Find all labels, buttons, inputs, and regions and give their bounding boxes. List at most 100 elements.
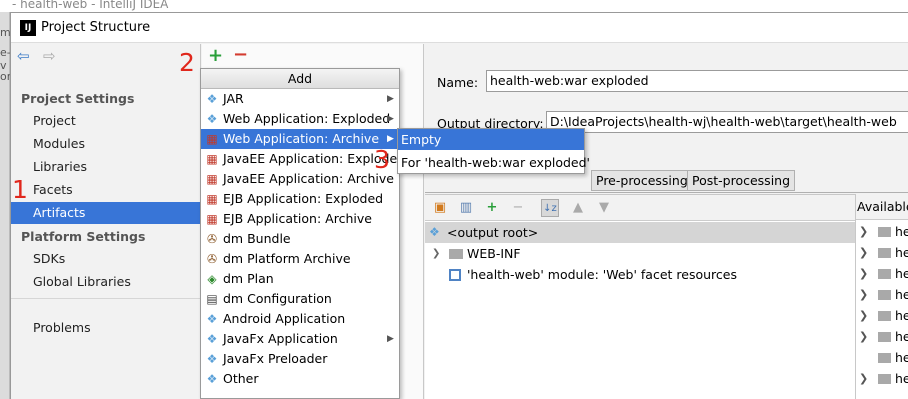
annotation-step-1: 1 bbox=[12, 175, 28, 204]
web-archive-icon: ▦ bbox=[206, 132, 218, 146]
nav-item-artifacts[interactable]: Artifacts bbox=[11, 202, 201, 224]
menu-item-jar[interactable]: ❖ JAR ▶ bbox=[201, 89, 399, 109]
output-root-icon: ❖ bbox=[429, 225, 440, 239]
annotation-step-2: 2 bbox=[179, 48, 195, 77]
menu-item-dm-plan[interactable]: ◈ dm Plan bbox=[201, 269, 399, 289]
menu-item-dm-configuration[interactable]: ▤ dm Configuration bbox=[201, 289, 399, 309]
web-inf-row[interactable]: ❯ WEB-INF bbox=[425, 243, 855, 264]
menu-item-label: JavaFx Application bbox=[223, 331, 338, 346]
chevron-right-icon[interactable]: ❯ bbox=[859, 221, 868, 242]
platform-settings-header: Platform Settings bbox=[21, 229, 146, 244]
output-root-label: <output root> bbox=[447, 225, 539, 240]
sort-icon[interactable]: ↓z bbox=[541, 199, 559, 217]
menu-item-javafx-preloader[interactable]: ❖ JavaFx Preloader bbox=[201, 349, 399, 369]
available-element-row[interactable]: ❯ heal bbox=[856, 305, 908, 326]
folder-icon bbox=[878, 353, 891, 363]
remove-element-icon[interactable]: − bbox=[509, 199, 527, 217]
settings-navigation: ⇦ ⇨ Project Settings Project Modules Lib… bbox=[11, 44, 201, 399]
menu-item-label: dm Configuration bbox=[223, 291, 332, 306]
menu-item-label: Other bbox=[223, 371, 259, 386]
available-element-label: heal bbox=[895, 266, 908, 281]
javafx-preloader-icon: ❖ bbox=[206, 352, 218, 366]
ejb-archive-icon: ▦ bbox=[206, 212, 218, 226]
tab-pre-processing[interactable]: Pre-processing bbox=[591, 170, 693, 191]
menu-item-web-application-exploded[interactable]: ❖ Web Application: Exploded ▶ bbox=[201, 109, 399, 129]
submenu-arrow-icon: ▶ bbox=[387, 114, 394, 124]
menu-item-javafx-application[interactable]: ❖ JavaFx Application ▶ bbox=[201, 329, 399, 349]
navigation-toolbar: ⇦ ⇨ bbox=[11, 44, 201, 70]
background-strip-label: e-v bbox=[0, 46, 11, 72]
folder-icon bbox=[449, 249, 463, 259]
nav-item-global-libraries[interactable]: Global Libraries bbox=[11, 271, 201, 293]
tabs-divider bbox=[425, 192, 908, 193]
background-title-bar: - health-web - IntelliJ IDEA bbox=[0, 0, 908, 12]
output-root-row[interactable]: ❖ <output root> bbox=[425, 222, 855, 243]
add-copy-icon[interactable]: + bbox=[483, 199, 501, 217]
menu-item-label: dm Plan bbox=[223, 271, 274, 286]
chevron-right-icon[interactable]: ❯ bbox=[859, 305, 868, 326]
output-directory-field[interactable]: D:\IdeaProjects\health-wj\health-web\tar… bbox=[546, 111, 908, 133]
menu-item-android-application[interactable]: ❖ Android Application bbox=[201, 309, 399, 329]
remove-artifact-button[interactable]: − bbox=[233, 46, 248, 64]
menu-item-javaee-application-archive[interactable]: ▦ JavaEE Application: Archive bbox=[201, 169, 399, 189]
menu-item-ejb-application-exploded[interactable]: ▦ EJB Application: Exploded bbox=[201, 189, 399, 209]
web-inf-label: WEB-INF bbox=[467, 246, 521, 261]
available-element-row[interactable]: ❯ heal bbox=[856, 221, 908, 242]
nav-item-facets[interactable]: Facets bbox=[11, 179, 201, 201]
tab-post-processing[interactable]: Post-processing bbox=[687, 170, 796, 191]
available-element-row[interactable]: heal bbox=[856, 347, 908, 368]
menu-item-label: Android Application bbox=[223, 311, 346, 326]
move-up-icon[interactable]: ▲ bbox=[569, 199, 587, 217]
menu-item-dm-bundle[interactable]: ✇ dm Bundle bbox=[201, 229, 399, 249]
add-artifact-button[interactable]: + bbox=[208, 47, 223, 65]
available-element-row[interactable]: ❯ heal bbox=[856, 263, 908, 284]
menu-item-javaee-application-exploded[interactable]: ▦ JavaEE Application: Exploded bbox=[201, 149, 405, 169]
name-field[interactable]: health-web:war exploded bbox=[486, 70, 908, 92]
move-down-icon[interactable]: ▼ bbox=[595, 199, 613, 217]
available-element-row[interactable]: ❯ heal bbox=[856, 368, 908, 389]
menu-item-dm-platform-archive[interactable]: ✇ dm Platform Archive bbox=[201, 249, 399, 269]
chevron-right-icon[interactable]: ❯ bbox=[432, 243, 440, 264]
menu-item-label: JavaFx Preloader bbox=[223, 351, 328, 366]
artifacts-toolbar: + − bbox=[202, 44, 424, 71]
chevron-right-icon[interactable]: ❯ bbox=[859, 326, 868, 347]
name-label: Name: bbox=[437, 75, 479, 90]
available-element-row[interactable]: ❯ heal bbox=[856, 242, 908, 263]
back-arrow-icon[interactable]: ⇦ bbox=[17, 48, 30, 64]
new-directory-icon[interactable]: ▣ bbox=[431, 199, 449, 217]
menu-item-web-application-archive[interactable]: ▦ Web Application: Archive ▶ bbox=[201, 129, 399, 149]
background-window-title: - health-web - IntelliJ IDEA bbox=[12, 0, 169, 11]
forward-arrow-icon[interactable]: ⇨ bbox=[43, 48, 56, 64]
android-icon: ❖ bbox=[206, 312, 218, 326]
facet-resources-row[interactable]: 'health-web' module: 'Web' facet resourc… bbox=[425, 264, 855, 285]
chevron-right-icon[interactable]: ❯ bbox=[859, 242, 868, 263]
menu-item-ejb-application-archive[interactable]: ▦ EJB Application: Archive bbox=[201, 209, 399, 229]
background-side-strip: ma e-v om bbox=[0, 12, 17, 399]
nav-item-modules[interactable]: Modules bbox=[11, 133, 201, 155]
available-element-row[interactable]: ❯ heal bbox=[856, 326, 908, 347]
dialog-title-bar[interactable]: IJ Project Structure bbox=[11, 13, 908, 43]
nav-item-project[interactable]: Project bbox=[11, 110, 201, 132]
dialog-title: Project Structure bbox=[41, 20, 151, 35]
submenu-item-empty[interactable]: Empty bbox=[398, 129, 584, 150]
archive-icon[interactable]: ▥ bbox=[457, 199, 475, 217]
add-artifact-popup: Add ❖ JAR ▶ ❖ Web Application: Exploded … bbox=[200, 68, 405, 399]
folder-icon bbox=[878, 248, 891, 258]
menu-item-other[interactable]: ❖ Other bbox=[201, 369, 399, 389]
ejb-exploded-icon: ▦ bbox=[206, 192, 218, 206]
available-element-label: heal bbox=[895, 371, 908, 386]
available-element-label: heal bbox=[895, 308, 908, 323]
javafx-app-icon: ❖ bbox=[206, 332, 218, 346]
available-element-row[interactable]: ❯ heal bbox=[856, 284, 908, 305]
folder-icon bbox=[878, 269, 891, 279]
facet-resources-label: 'health-web' module: 'Web' facet resourc… bbox=[467, 267, 737, 282]
chevron-right-icon[interactable]: ❯ bbox=[859, 263, 868, 284]
chevron-right-icon[interactable]: ❯ bbox=[859, 284, 868, 305]
nav-item-libraries[interactable]: Libraries bbox=[11, 156, 201, 178]
folder-icon bbox=[878, 227, 891, 237]
nav-item-sdks[interactable]: SDKs bbox=[11, 248, 201, 270]
submenu-item-for-exploded[interactable]: For 'health-web:war exploded' bbox=[398, 152, 590, 173]
web-facet-icon bbox=[449, 269, 461, 281]
chevron-right-icon[interactable]: ❯ bbox=[859, 368, 868, 389]
nav-item-problems[interactable]: Problems bbox=[11, 317, 201, 339]
